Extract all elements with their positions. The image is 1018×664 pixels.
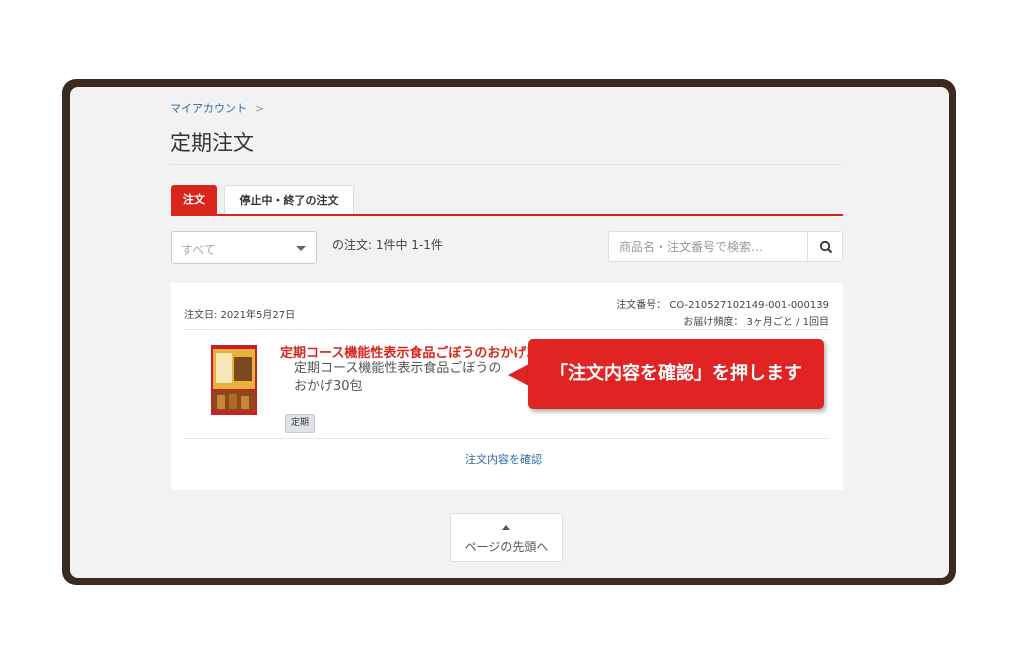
product-name-highlight: 定期コース機能性表示食品ごぼうのおかげ30包 [280,346,558,361]
delivery-frequency: お届け頻度： 3ヶ月ごと / 1回目 [683,317,829,328]
caret-up-icon [502,525,510,530]
card-divider [184,329,829,330]
breadcrumb: マイアカウント > [170,100,264,116]
instruction-callout: 「注文内容を確認」を押します [528,339,824,409]
result-count: の注文: 1件中 1-1件 [332,238,443,252]
back-to-top-label: ページの先頭へ [464,540,549,554]
tab-orders[interactable]: 注文 [171,185,217,214]
status-filter-value: すべて [181,243,216,257]
search-button[interactable] [807,231,843,262]
search-icon [819,240,833,254]
tab-stopped-ended-orders[interactable]: 停止中・終了の注文 [224,185,354,214]
callout-pointer [508,364,529,386]
chevron-down-icon [296,246,306,251]
search-input[interactable] [608,231,807,262]
order-date: 注文日: 2021年5月27日 [184,310,296,321]
back-to-top-button[interactable]: ページの先頭へ [450,513,563,562]
breadcrumb-separator: > [255,102,265,115]
product-image[interactable] [199,343,271,417]
status-filter-select[interactable]: すべて [171,231,317,264]
breadcrumb-my-account-link[interactable]: マイアカウント [170,102,247,115]
product-name[interactable]: 定期コース機能性表示食品ごぼうのおかげ30包 [294,360,509,396]
title-divider [170,164,842,165]
confirm-order-link[interactable]: 注文内容を確認 [465,451,542,467]
card-divider-bottom [184,438,829,439]
subscription-badge: 定期 [285,414,316,433]
page-title: 定期注文 [170,131,254,155]
tab-underline [171,214,843,216]
order-number: 注文番号： CO-210527102149-001-000139 [616,300,829,311]
screen-area: マイアカウント > 定期注文 注文 停止中・終了の注文 すべて の注文: 1件中 … [70,87,949,578]
